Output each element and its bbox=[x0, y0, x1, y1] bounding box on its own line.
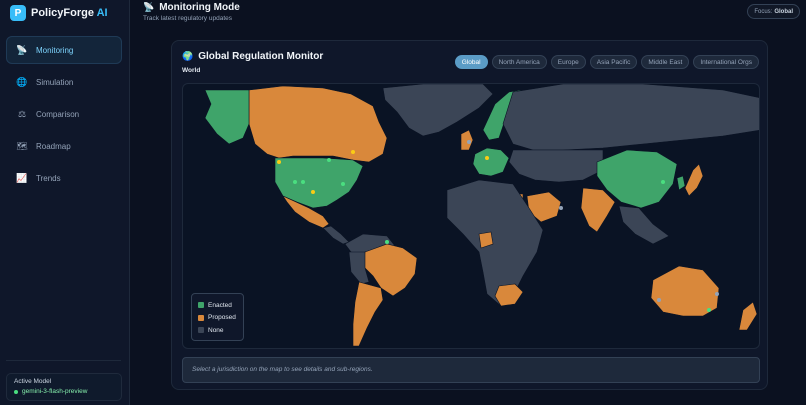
legend-item-none: None bbox=[198, 324, 237, 337]
world-map-svg[interactable] bbox=[183, 84, 760, 349]
globe-icon: 🌐 bbox=[16, 76, 28, 87]
legend-swatch-none bbox=[198, 327, 204, 334]
marker-point[interactable] bbox=[351, 150, 355, 154]
panel-subtitle: World bbox=[182, 67, 201, 74]
legend-label: None bbox=[208, 326, 224, 334]
region-canada[interactable] bbox=[248, 85, 388, 163]
globe-icon: 🌍 bbox=[182, 51, 194, 61]
marker-point[interactable] bbox=[661, 180, 665, 184]
legend-label: Proposed bbox=[208, 314, 236, 322]
region-russia[interactable] bbox=[502, 84, 760, 151]
page-title: 📡 Monitoring Mode bbox=[143, 2, 240, 13]
sidebar-item-label: Simulation bbox=[36, 77, 74, 87]
legend-swatch-enacted bbox=[198, 302, 204, 309]
focus-label: Focus: bbox=[754, 8, 773, 15]
focus-value: Global bbox=[774, 8, 793, 15]
tab-north-america[interactable]: North America bbox=[491, 55, 547, 69]
sidebar-divider bbox=[6, 360, 121, 361]
legend-label: Enacted bbox=[208, 301, 232, 309]
map-icon: 🗺 bbox=[16, 140, 28, 151]
legend-item-proposed: Proposed bbox=[198, 312, 237, 325]
world-map[interactable]: Enacted Proposed None bbox=[182, 83, 760, 349]
region-central-asia[interactable] bbox=[508, 149, 604, 183]
brand[interactable]: P PolicyForge AI bbox=[10, 4, 108, 22]
region-india[interactable] bbox=[580, 187, 616, 233]
brand-name-accent: AI bbox=[93, 7, 108, 19]
marker-point[interactable] bbox=[485, 156, 489, 160]
sidebar-item-trends[interactable]: 📈 Trends bbox=[6, 164, 122, 192]
marker-point[interactable] bbox=[301, 180, 305, 184]
region-tabs: Global North America Europe Asia Pacific… bbox=[454, 55, 759, 69]
focus-badge[interactable]: Focus: Global bbox=[747, 4, 800, 19]
marker-point[interactable] bbox=[467, 140, 471, 144]
satellite-icon: 📡 bbox=[143, 2, 155, 12]
chart-icon: 📈 bbox=[16, 172, 28, 183]
sidebar-item-monitoring[interactable]: 📡 Monitoring bbox=[6, 36, 122, 64]
legend-swatch-proposed bbox=[198, 314, 204, 321]
tab-global[interactable]: Global bbox=[454, 55, 488, 69]
region-southeast-asia[interactable] bbox=[618, 205, 670, 245]
page-subtitle: Track latest regulatory updates bbox=[143, 15, 232, 22]
status-dot-icon bbox=[14, 389, 18, 394]
regulation-monitor-panel: 🌍 Global Regulation Monitor World Global… bbox=[171, 40, 768, 390]
panel-title-text: Global Regulation Monitor bbox=[198, 51, 324, 62]
active-model-value: gemini-3-flash-preview bbox=[14, 388, 114, 395]
page-title-text: Monitoring Mode bbox=[159, 2, 240, 13]
brand-name: PolicyForge AI bbox=[31, 7, 108, 19]
active-model-box[interactable]: Active Model gemini-3-flash-preview bbox=[6, 373, 122, 401]
brand-logo: P bbox=[10, 5, 26, 21]
region-new-zealand[interactable] bbox=[738, 301, 758, 331]
sidebar-item-comparison[interactable]: ⚖ Comparison bbox=[6, 100, 122, 128]
marker-point[interactable] bbox=[341, 182, 345, 186]
region-argentina-chile[interactable] bbox=[352, 281, 384, 347]
sidebar: P PolicyForge AI 📡 Monitoring 🌐 Simulati… bbox=[0, 0, 130, 405]
region-south-korea[interactable] bbox=[676, 175, 686, 191]
tab-europe[interactable]: Europe bbox=[550, 55, 586, 69]
tab-middle-east[interactable]: Middle East bbox=[641, 55, 690, 69]
jurisdiction-info-bar: Select a jurisdiction on the map to see … bbox=[182, 357, 760, 383]
marker-point[interactable] bbox=[715, 292, 719, 296]
marker-point[interactable] bbox=[311, 190, 315, 194]
legend-item-enacted: Enacted bbox=[198, 299, 237, 312]
region-europe[interactable] bbox=[472, 147, 510, 177]
sidebar-item-label: Monitoring bbox=[36, 45, 74, 55]
marker-point[interactable] bbox=[293, 180, 297, 184]
satellite-icon: 📡 bbox=[16, 44, 28, 55]
sidebar-item-label: Trends bbox=[36, 173, 61, 183]
brand-name-main: PolicyForge bbox=[31, 7, 94, 19]
marker-point[interactable] bbox=[657, 298, 661, 302]
region-japan[interactable] bbox=[684, 163, 704, 197]
active-model-name: gemini-3-flash-preview bbox=[22, 388, 88, 395]
panel-title: 🌍 Global Regulation Monitor bbox=[182, 51, 323, 62]
region-south-africa[interactable] bbox=[494, 283, 524, 307]
scales-icon: ⚖ bbox=[17, 108, 27, 119]
marker-point[interactable] bbox=[559, 206, 563, 210]
sidebar-nav: 📡 Monitoring 🌐 Simulation ⚖ Comparison 🗺… bbox=[6, 36, 122, 196]
sidebar-item-label: Comparison bbox=[36, 109, 80, 119]
region-central-america[interactable] bbox=[322, 225, 350, 245]
marker-point[interactable] bbox=[327, 158, 331, 162]
marker-point[interactable] bbox=[277, 160, 281, 164]
tab-asia-pacific[interactable]: Asia Pacific bbox=[589, 55, 638, 69]
sidebar-item-simulation[interactable]: 🌐 Simulation bbox=[6, 68, 122, 96]
sidebar-item-label: Roadmap bbox=[36, 141, 71, 151]
map-legend: Enacted Proposed None bbox=[191, 293, 244, 341]
marker-point[interactable] bbox=[385, 240, 389, 244]
sidebar-item-roadmap[interactable]: 🗺 Roadmap bbox=[6, 132, 122, 160]
region-alaska[interactable] bbox=[204, 89, 250, 145]
tab-international-orgs[interactable]: International Orgs bbox=[693, 55, 759, 69]
region-greenland[interactable] bbox=[382, 84, 494, 137]
active-model-label: Active Model bbox=[14, 378, 52, 385]
region-united-kingdom[interactable] bbox=[460, 129, 474, 151]
marker-point[interactable] bbox=[707, 308, 711, 312]
